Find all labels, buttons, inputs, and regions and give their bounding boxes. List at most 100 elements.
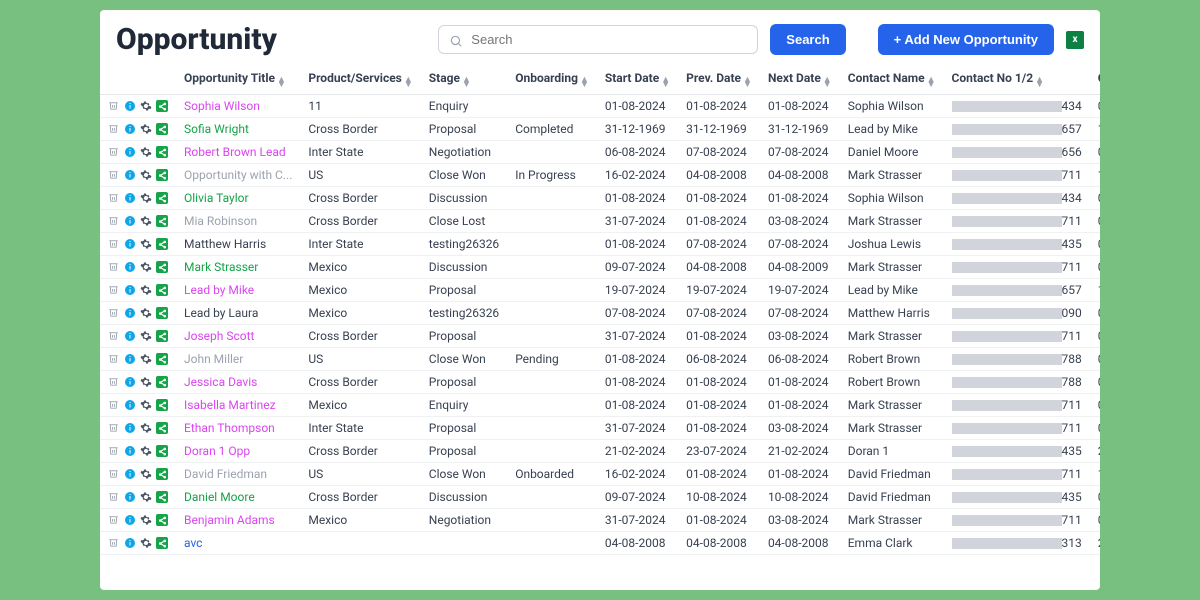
info-icon[interactable] xyxy=(124,169,136,181)
info-icon[interactable] xyxy=(124,307,136,319)
gear-icon[interactable] xyxy=(140,307,152,319)
gear-icon[interactable] xyxy=(140,330,152,342)
trash-icon[interactable] xyxy=(108,422,120,434)
info-icon[interactable] xyxy=(124,100,136,112)
sort-icon[interactable]: ▲▼ xyxy=(927,78,936,88)
info-icon[interactable] xyxy=(124,422,136,434)
opportunity-title[interactable]: Lead by Laura xyxy=(176,302,300,325)
info-icon[interactable] xyxy=(124,123,136,135)
share-icon[interactable] xyxy=(156,215,168,227)
column-header[interactable]: Cre▲▼ xyxy=(1090,65,1100,95)
table-row[interactable]: Matthew HarrisInter Statetesting2632601-… xyxy=(100,233,1100,256)
opportunity-title[interactable]: Sophia Wilson xyxy=(176,95,300,118)
info-icon[interactable] xyxy=(124,376,136,388)
table-row[interactable]: Opportunity with C...USClose WonIn Progr… xyxy=(100,164,1100,187)
share-icon[interactable] xyxy=(156,169,168,181)
trash-icon[interactable] xyxy=(108,353,120,365)
share-icon[interactable] xyxy=(156,238,168,250)
trash-icon[interactable] xyxy=(108,215,120,227)
column-header[interactable]: Next Date▲▼ xyxy=(760,65,840,95)
gear-icon[interactable] xyxy=(140,537,152,549)
opportunity-title[interactable]: Benjamin Adams xyxy=(176,509,300,532)
share-icon[interactable] xyxy=(156,330,168,342)
share-icon[interactable] xyxy=(156,261,168,273)
gear-icon[interactable] xyxy=(140,514,152,526)
gear-icon[interactable] xyxy=(140,491,152,503)
gear-icon[interactable] xyxy=(140,123,152,135)
share-icon[interactable] xyxy=(156,192,168,204)
share-icon[interactable] xyxy=(156,100,168,112)
sort-icon[interactable]: ▲▼ xyxy=(743,78,752,88)
table-row[interactable]: Robert Brown LeadInter StateNegotiation0… xyxy=(100,141,1100,164)
column-header[interactable]: Start Date▲▼ xyxy=(597,65,678,95)
gear-icon[interactable] xyxy=(140,192,152,204)
column-header[interactable]: Onboarding▲▼ xyxy=(507,65,597,95)
share-icon[interactable] xyxy=(156,468,168,480)
sort-icon[interactable]: ▲▼ xyxy=(462,78,471,88)
trash-icon[interactable] xyxy=(108,491,120,503)
sort-icon[interactable]: ▲▼ xyxy=(404,78,413,88)
share-icon[interactable] xyxy=(156,514,168,526)
trash-icon[interactable] xyxy=(108,123,120,135)
column-header[interactable]: Opportunity Title▲▼ xyxy=(176,65,300,95)
trash-icon[interactable] xyxy=(108,514,120,526)
share-icon[interactable] xyxy=(156,399,168,411)
share-icon[interactable] xyxy=(156,445,168,457)
trash-icon[interactable] xyxy=(108,537,120,549)
share-icon[interactable] xyxy=(156,376,168,388)
column-header[interactable]: Product/Services▲▼ xyxy=(300,65,420,95)
table-row[interactable]: Isabella MartinezMexicoEnquiry01-08-2024… xyxy=(100,394,1100,417)
info-icon[interactable] xyxy=(124,353,136,365)
table-row[interactable]: Joseph ScottCross BorderProposal31-07-20… xyxy=(100,325,1100,348)
opportunity-title[interactable]: avc xyxy=(176,532,300,555)
search-button[interactable]: Search xyxy=(770,24,845,55)
trash-icon[interactable] xyxy=(108,169,120,181)
column-header[interactable]: Contact No 1/2▲▼ xyxy=(944,65,1090,95)
gear-icon[interactable] xyxy=(140,215,152,227)
gear-icon[interactable] xyxy=(140,261,152,273)
column-header[interactable]: Prev. Date▲▼ xyxy=(678,65,760,95)
share-icon[interactable] xyxy=(156,491,168,503)
trash-icon[interactable] xyxy=(108,192,120,204)
info-icon[interactable] xyxy=(124,192,136,204)
share-icon[interactable] xyxy=(156,146,168,158)
search-input[interactable] xyxy=(471,32,747,47)
table-row[interactable]: Doran 1 OppCross BorderProposal21-02-202… xyxy=(100,440,1100,463)
gear-icon[interactable] xyxy=(140,284,152,296)
table-row[interactable]: Jessica DavisCross BorderProposal01-08-2… xyxy=(100,371,1100,394)
table-row[interactable]: Daniel MooreCross BorderDiscussion09-07-… xyxy=(100,486,1100,509)
table-row[interactable]: Mia RobinsonCross BorderClose Lost31-07-… xyxy=(100,210,1100,233)
share-icon[interactable] xyxy=(156,307,168,319)
info-icon[interactable] xyxy=(124,146,136,158)
trash-icon[interactable] xyxy=(108,468,120,480)
gear-icon[interactable] xyxy=(140,353,152,365)
info-icon[interactable] xyxy=(124,537,136,549)
gear-icon[interactable] xyxy=(140,146,152,158)
info-icon[interactable] xyxy=(124,215,136,227)
gear-icon[interactable] xyxy=(140,100,152,112)
opportunity-title[interactable]: Jessica Davis xyxy=(176,371,300,394)
table-row[interactable]: avc04-08-200804-08-200804-08-2008Emma Cl… xyxy=(100,532,1100,555)
opportunity-title[interactable]: Opportunity with C... xyxy=(176,164,300,187)
table-row[interactable]: Sofia WrightCross BorderProposalComplete… xyxy=(100,118,1100,141)
opportunity-title[interactable]: Olivia Taylor xyxy=(176,187,300,210)
search-wrap[interactable] xyxy=(438,25,758,54)
sort-icon[interactable]: ▲▼ xyxy=(661,78,670,88)
info-icon[interactable] xyxy=(124,514,136,526)
table-row[interactable]: Mark StrasserMexicoDiscussion09-07-20240… xyxy=(100,256,1100,279)
info-icon[interactable] xyxy=(124,261,136,273)
trash-icon[interactable] xyxy=(108,261,120,273)
trash-icon[interactable] xyxy=(108,100,120,112)
opportunity-title[interactable]: Mia Robinson xyxy=(176,210,300,233)
share-icon[interactable] xyxy=(156,422,168,434)
table-row[interactable]: Olivia TaylorCross BorderDiscussion01-08… xyxy=(100,187,1100,210)
gear-icon[interactable] xyxy=(140,445,152,457)
gear-icon[interactable] xyxy=(140,169,152,181)
table-row[interactable]: Lead by LauraMexicotesting2632607-08-202… xyxy=(100,302,1100,325)
trash-icon[interactable] xyxy=(108,376,120,388)
table-row[interactable]: Ethan ThompsonInter StateProposal31-07-2… xyxy=(100,417,1100,440)
trash-icon[interactable] xyxy=(108,307,120,319)
opportunity-title[interactable]: Mark Strasser xyxy=(176,256,300,279)
column-header[interactable]: Stage▲▼ xyxy=(421,65,507,95)
info-icon[interactable] xyxy=(124,399,136,411)
